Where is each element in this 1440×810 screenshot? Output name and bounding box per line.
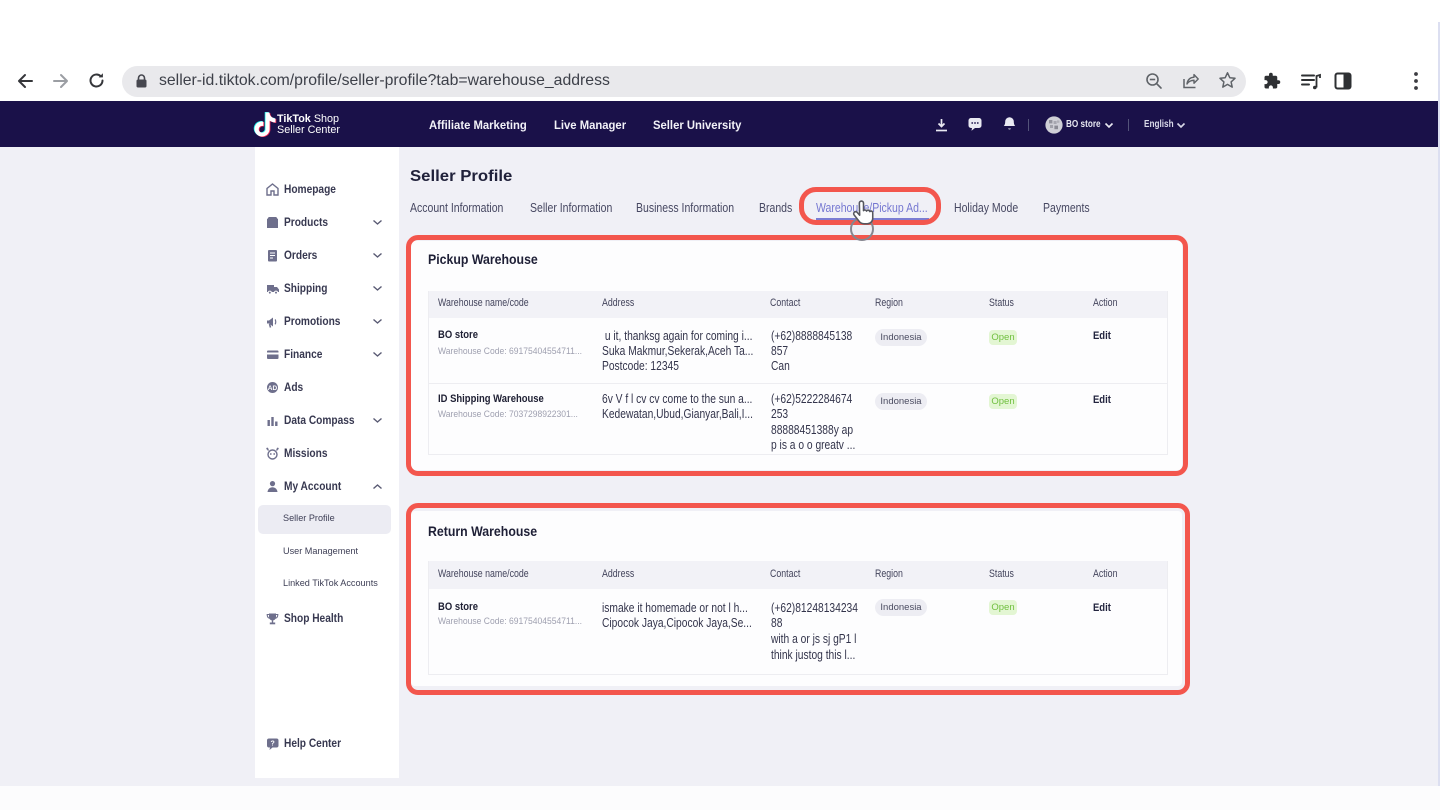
svg-text:AD: AD — [268, 384, 278, 391]
svg-text:?: ? — [271, 740, 275, 747]
